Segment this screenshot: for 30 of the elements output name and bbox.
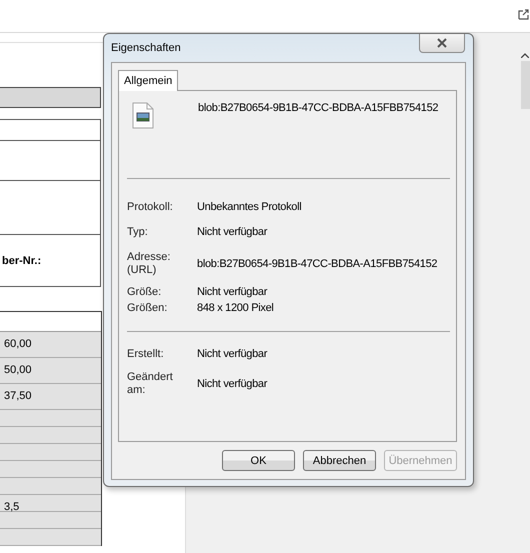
table-cell: 50,00 [0, 358, 101, 384]
property-value: Nicht verfügbar [197, 284, 268, 300]
property-value: blob:B27B0654-9B1B-47CC-BDBA-A15FBB754152 [197, 256, 438, 272]
close-icon [436, 38, 448, 48]
table-cell: 37,50 [0, 384, 101, 410]
scrollbar-thumb[interactable] [520, 61, 530, 109]
scroll-up-icon[interactable] [521, 53, 529, 58]
file-name: blob:B27B0654-9B1B-47CC-BDBA-A15FBB754152 [198, 102, 438, 114]
property-label: Typ: [127, 224, 149, 240]
table-cell: 3,5 [0, 495, 101, 512]
field-label: ber-Nr.: [2, 254, 42, 266]
property-label: Größe: [127, 284, 162, 300]
dialog-button[interactable]: OK [222, 450, 295, 471]
dialog-button[interactable]: Abbrechen [303, 450, 376, 471]
image-file-icon [132, 102, 154, 129]
table-cell: 60,00 [0, 332, 101, 358]
property-label: Erstellt: [127, 348, 165, 361]
window-title: Eigenschaften [111, 42, 181, 54]
property-label: Adresse: (URL) [127, 250, 172, 278]
property-value: Nicht verfügbar [197, 378, 268, 390]
property-value: 848 x 1200 Pixel [197, 301, 275, 315]
property-value: Nicht verfügbar [197, 224, 268, 240]
close-button[interactable] [419, 34, 465, 53]
property-label: Geändert am: [127, 371, 174, 397]
property-label: Protokoll: [127, 200, 174, 214]
tab[interactable]: Allgemein [118, 70, 178, 91]
property-value: Nicht verfügbar [197, 348, 268, 361]
property-value: Unbekanntes Protokoll [197, 200, 302, 214]
popout-icon[interactable] [518, 8, 529, 20]
property-label: Größen: [127, 301, 168, 315]
